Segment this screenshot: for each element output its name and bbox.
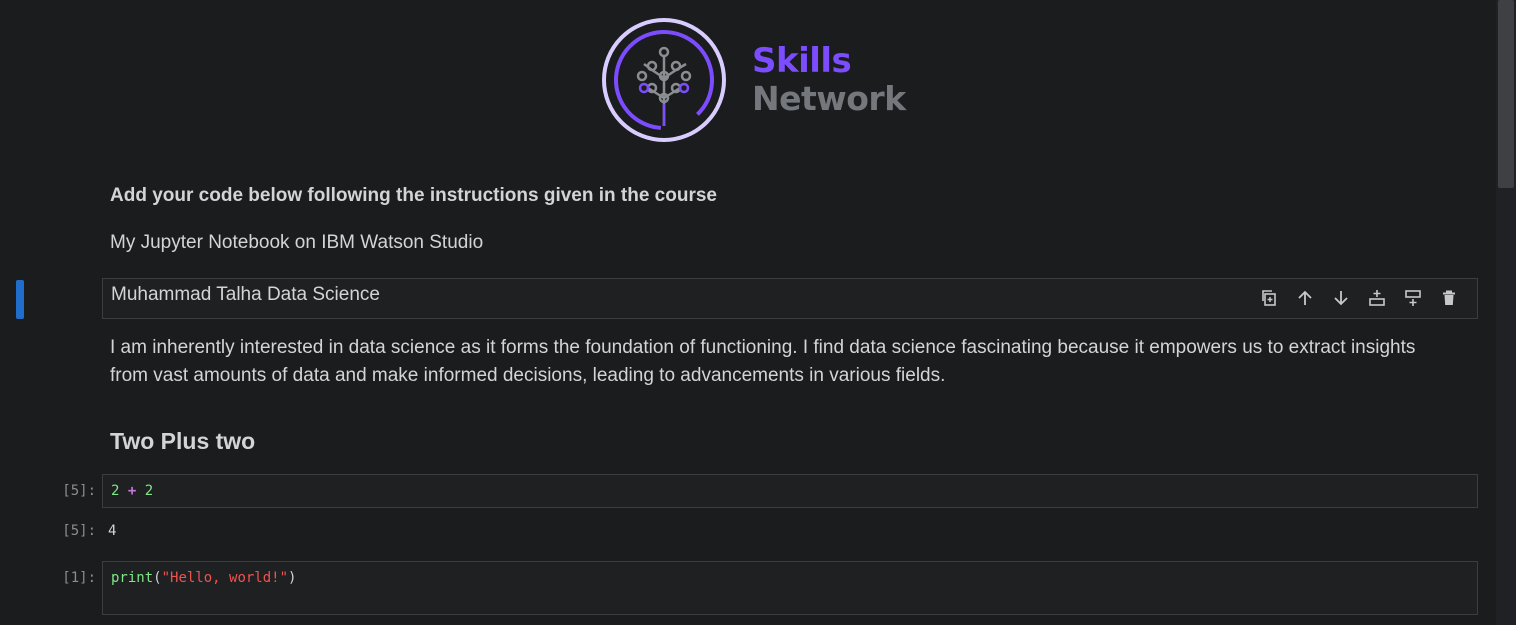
code-token: 2 xyxy=(111,483,120,499)
logo-word-skills: Skills xyxy=(752,41,852,81)
active-cell-indicator[interactable] xyxy=(16,280,24,319)
insert-above-icon xyxy=(1369,290,1385,306)
notebook-subtitle: My Jupyter Notebook on IBM Watson Studio xyxy=(110,232,484,253)
move-up-icon xyxy=(1298,290,1312,305)
selected-markdown-cell[interactable]: Muhammad Talha Data Science xyxy=(102,278,1478,319)
scrollbar-thumb[interactable] xyxy=(1498,0,1514,188)
code-token: ) xyxy=(288,570,297,586)
code-cell[interactable]: print("Hello, world!") xyxy=(102,561,1478,615)
duplicate-cell-button[interactable] xyxy=(1251,286,1287,310)
interest-paragraph: I am inherently interested in data scien… xyxy=(110,337,1416,386)
code-editor[interactable]: print("Hello, world!") xyxy=(111,570,296,586)
insert-above-button[interactable] xyxy=(1359,286,1395,310)
insert-below-icon xyxy=(1405,290,1421,306)
move-up-button[interactable] xyxy=(1287,286,1323,310)
code-token: + xyxy=(127,483,137,499)
input-prompt: [5]: xyxy=(62,483,96,499)
section-heading: Two Plus two xyxy=(110,428,256,454)
code-token: "Hello, world!" xyxy=(161,570,289,586)
code-token: ( xyxy=(153,570,162,586)
cell-output: 4 xyxy=(108,523,117,539)
code-token: print xyxy=(111,570,154,586)
code-editor[interactable]: 2 + 2 xyxy=(111,483,153,499)
input-prompt: [1]: xyxy=(62,570,96,586)
instructions-heading: Add your code below following the instru… xyxy=(110,185,717,206)
cell-toolbar xyxy=(1251,286,1467,310)
code-token: 2 xyxy=(144,483,154,499)
notebook-page: Skills Network Add your code below follo… xyxy=(0,0,1516,625)
move-down-icon xyxy=(1334,291,1348,306)
insert-below-button[interactable] xyxy=(1395,286,1431,310)
delete-cell-button[interactable] xyxy=(1431,286,1467,310)
skills-network-logo: Skills Network xyxy=(600,16,906,144)
duplicate-cell-icon xyxy=(1262,290,1276,306)
vertical-scrollbar[interactable] xyxy=(1496,0,1516,625)
selected-cell-text: Muhammad Talha Data Science xyxy=(111,284,380,305)
delete-icon xyxy=(1443,290,1455,305)
move-down-button[interactable] xyxy=(1323,286,1359,310)
code-cell[interactable]: 2 + 2 xyxy=(102,474,1478,508)
tree-logo-icon xyxy=(602,18,726,142)
output-prompt: [5]: xyxy=(62,523,96,539)
logo-word-network: Network xyxy=(752,79,906,118)
